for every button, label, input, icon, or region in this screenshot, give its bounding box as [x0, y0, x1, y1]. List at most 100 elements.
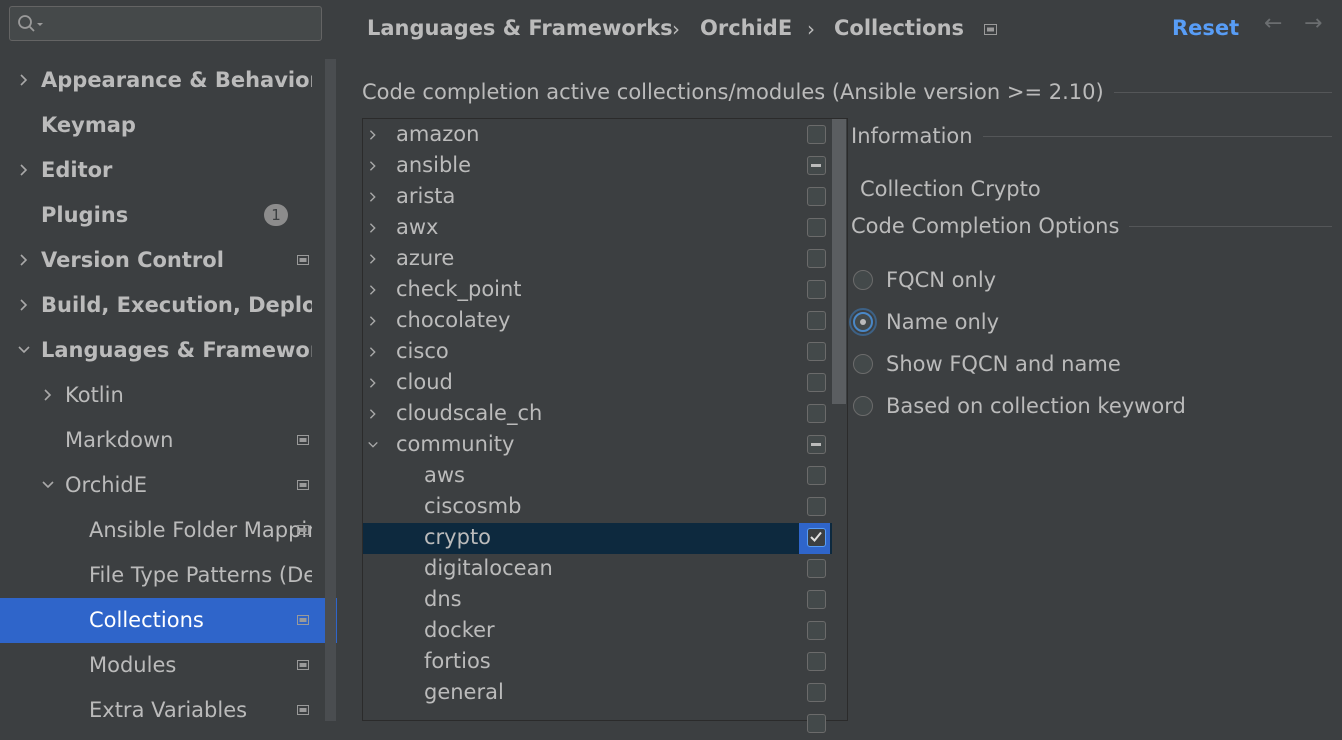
sidebar-item-ansible-folder-mappings[interactable]: Ansible Folder Mappings [0, 508, 324, 553]
tree-row-item[interactable] [363, 709, 832, 740]
chevron-right-icon[interactable] [17, 73, 31, 87]
tree-row-cloud[interactable]: cloud [363, 368, 832, 399]
plugins-update-badge: 1 [264, 204, 288, 226]
tree-row-ansible[interactable]: ansible [363, 151, 832, 182]
sidebar-item-appearance-behavior[interactable]: Appearance & Behavior [0, 58, 324, 103]
back-arrow-icon[interactable]: ← [1264, 11, 1282, 36]
tree-row-checkbox[interactable] [807, 435, 826, 454]
breadcrumb-orchide[interactable]: OrchidE [700, 16, 792, 40]
chevron-right-icon[interactable] [367, 253, 379, 265]
chevron-right-icon[interactable] [367, 160, 379, 172]
chevron-right-icon[interactable] [17, 163, 31, 177]
tree-row-arista[interactable]: arista [363, 182, 832, 213]
tree-row-check_point[interactable]: check_point [363, 275, 832, 306]
chevron-right-icon[interactable] [367, 222, 379, 234]
tree-scrollbar[interactable] [832, 119, 846, 404]
tree-row-checkbox[interactable] [807, 218, 826, 237]
tree-row-checkbox[interactable] [807, 590, 826, 609]
sidebar-item-orchide[interactable]: OrchidE [0, 463, 324, 508]
project-scope-icon [297, 525, 309, 535]
tree-row-awx[interactable]: awx [363, 213, 832, 244]
tree-row-checkbox[interactable] [807, 466, 826, 485]
tree-row-docker[interactable]: docker [363, 616, 832, 647]
tree-row-checkbox[interactable] [807, 311, 826, 330]
tree-row-checkbox[interactable] [807, 683, 826, 702]
reset-link[interactable]: Reset [1172, 16, 1239, 40]
tree-row-checkbox[interactable] [807, 621, 826, 640]
option-show-fqcn-and-name[interactable]: Show FQCN and name [853, 349, 1121, 379]
sidebar-item-modules[interactable]: Modules [0, 643, 324, 688]
tree-row-aws[interactable]: aws [363, 461, 832, 492]
sidebar-item-keymap[interactable]: Keymap [0, 103, 324, 148]
tree-row-checkbox[interactable] [807, 528, 826, 547]
tree-row-label: crypto [424, 525, 492, 549]
chevron-right-icon[interactable] [367, 377, 379, 389]
chevron-right-icon[interactable] [367, 191, 379, 203]
option-fqcn-only[interactable]: FQCN only [853, 265, 996, 295]
tree-row-general[interactable]: general [363, 678, 832, 709]
sidebar-scrollbar[interactable] [325, 59, 336, 721]
radio-button[interactable] [853, 354, 873, 374]
chevron-down-icon[interactable] [367, 439, 379, 451]
search-text[interactable] [48, 11, 317, 37]
tree-row-checkbox[interactable] [807, 714, 826, 733]
sidebar-item-kotlin[interactable]: Kotlin [0, 373, 324, 418]
radio-button[interactable] [853, 396, 873, 416]
tree-row-digitalocean[interactable]: digitalocean [363, 554, 832, 585]
chevron-down-icon[interactable] [17, 343, 31, 357]
chevron-right-icon[interactable] [17, 298, 31, 312]
option-name-only[interactable]: Name only [849, 307, 999, 337]
tree-row-checkbox[interactable] [807, 280, 826, 299]
sidebar-item-editor[interactable]: Editor [0, 148, 324, 193]
sidebar-item-build-execution-deployment[interactable]: Build, Execution, Deployment [0, 283, 324, 328]
sidebar-item-plugins[interactable]: Plugins 1 [0, 193, 324, 238]
tree-row-checkbox[interactable] [807, 125, 826, 144]
chevron-right-icon[interactable] [367, 284, 379, 296]
breadcrumb-languages-frameworks[interactable]: Languages & Frameworks [367, 16, 673, 40]
radio-button[interactable] [853, 270, 873, 290]
breadcrumb-separator: › [672, 17, 680, 41]
radio-button[interactable] [853, 312, 873, 332]
sidebar-item-label: Markdown [65, 428, 174, 452]
tree-row-label: azure [396, 246, 455, 270]
tree-row-checkbox[interactable] [807, 342, 826, 361]
chevron-down-icon[interactable] [41, 478, 55, 492]
tree-row-checkbox[interactable] [807, 156, 826, 175]
tree-row-cloudscale_ch[interactable]: cloudscale_ch [363, 399, 832, 430]
tree-row-checkbox[interactable] [807, 373, 826, 392]
tree-row-checkbox[interactable] [807, 249, 826, 268]
sidebar-item-file-type-patterns-deprecated[interactable]: File Type Patterns (Deprecated) [0, 553, 324, 598]
tree-row-community[interactable]: community [363, 430, 832, 461]
tree-row-amazon[interactable]: amazon [363, 120, 832, 151]
tree-row-checkbox[interactable] [807, 559, 826, 578]
tree-row-checkbox[interactable] [807, 652, 826, 671]
radio-label: Based on collection keyword [886, 394, 1186, 418]
sidebar-item-label: Collections [89, 608, 204, 632]
tree-row-crypto[interactable]: crypto [363, 523, 832, 554]
tree-row-fortios[interactable]: fortios [363, 647, 832, 678]
settings-search-input[interactable] [9, 6, 322, 41]
tree-row-cisco[interactable]: cisco [363, 337, 832, 368]
sidebar-item-label: Keymap [41, 113, 136, 137]
tree-row-azure[interactable]: azure [363, 244, 832, 275]
tree-row-ciscosmb[interactable]: ciscosmb [363, 492, 832, 523]
chevron-right-icon[interactable] [41, 388, 55, 402]
chevron-right-icon[interactable] [367, 129, 379, 141]
chevron-right-icon[interactable] [367, 315, 379, 327]
sidebar-item-markdown[interactable]: Markdown [0, 418, 324, 463]
tree-row-checkbox[interactable] [807, 497, 826, 516]
sidebar-item-version-control[interactable]: Version Control [0, 238, 324, 283]
settings-sidebar: Appearance & Behavior Keymap Editor Plugins… [0, 0, 337, 721]
tree-row-checkbox[interactable] [807, 187, 826, 206]
chevron-right-icon[interactable] [17, 253, 31, 267]
sidebar-item-languages-frameworks[interactable]: Languages & Frameworks [0, 328, 324, 373]
tree-row-checkbox[interactable] [807, 404, 826, 423]
sidebar-item-extra-variables[interactable]: Extra Variables [0, 688, 324, 721]
sidebar-item-collections[interactable]: Collections [0, 598, 337, 643]
tree-row-chocolatey[interactable]: chocolatey [363, 306, 832, 337]
chevron-right-icon[interactable] [367, 346, 379, 358]
option-based-on-collection-keyword[interactable]: Based on collection keyword [853, 391, 1186, 421]
tree-row-dns[interactable]: dns [363, 585, 832, 616]
chevron-right-icon[interactable] [367, 408, 379, 420]
forward-arrow-icon[interactable]: → [1304, 11, 1322, 36]
